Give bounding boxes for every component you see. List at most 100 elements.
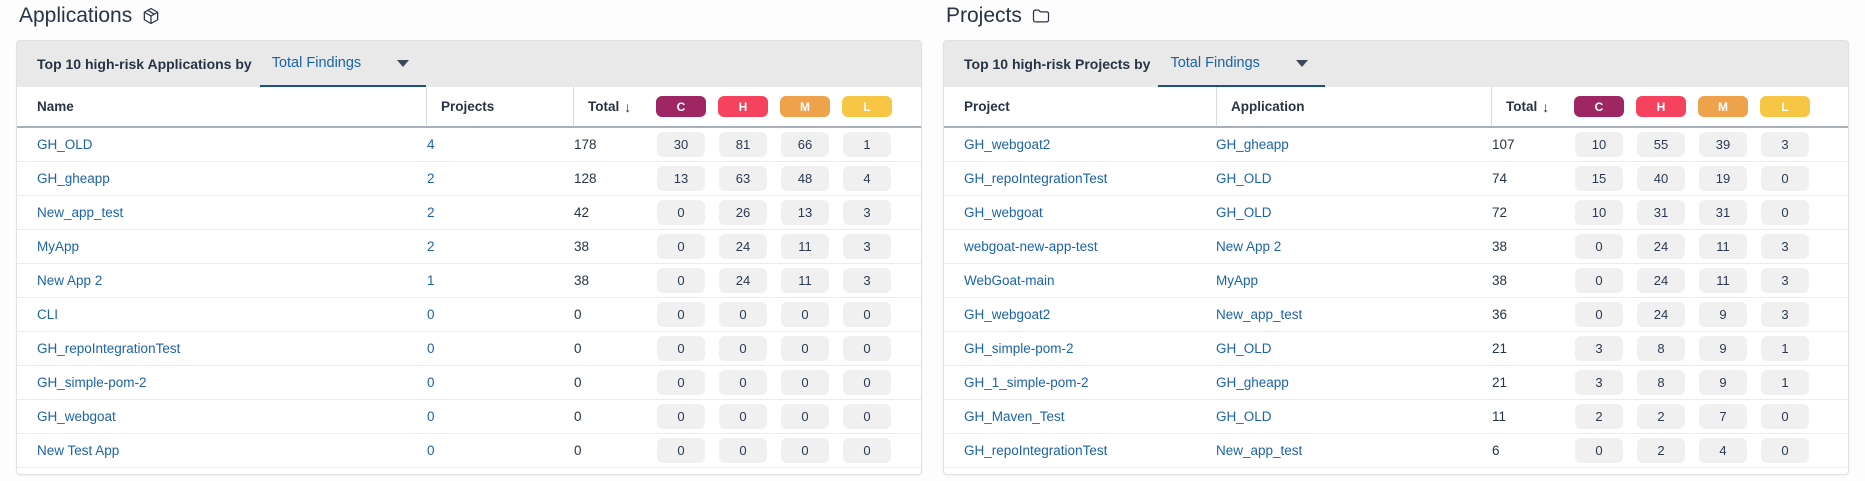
low-count: 3 xyxy=(1761,302,1809,327)
projects-count-link[interactable]: 0 xyxy=(427,307,435,322)
table-row: GH_repoIntegrationTestGH_OLD741540190 xyxy=(944,162,1848,196)
column-header-total[interactable]: Total ↓ xyxy=(1491,87,1568,126)
projects-count-link[interactable]: 0 xyxy=(427,341,435,356)
project-name-link[interactable]: GH_simple-pom-2 xyxy=(964,341,1074,356)
medium-cell: 19 xyxy=(1692,166,1754,191)
application-name-link[interactable]: New Test App xyxy=(37,443,119,458)
application-name-link[interactable]: MyApp xyxy=(37,239,79,254)
total-findings-value: 0 xyxy=(574,307,582,322)
low-cell: 0 xyxy=(836,370,898,395)
high-badge: H xyxy=(1636,96,1686,117)
critical-count: 0 xyxy=(657,302,705,327)
application-name-link[interactable]: New_app_test xyxy=(37,205,123,220)
low-cell: 0 xyxy=(1754,200,1816,225)
application-name-link[interactable]: New App 2 xyxy=(37,273,102,288)
medium-count: 11 xyxy=(1699,268,1747,293)
critical-count: 0 xyxy=(1575,234,1623,259)
medium-count: 0 xyxy=(781,302,829,327)
critical-count: 3 xyxy=(1575,370,1623,395)
medium-cell: 11 xyxy=(774,268,836,293)
low-cell: 1 xyxy=(1754,370,1816,395)
project-name-link[interactable]: GH_webgoat2 xyxy=(964,307,1050,322)
projects-cell: 4 xyxy=(426,137,573,152)
projects-count-link[interactable]: 4 xyxy=(427,137,435,152)
project-name-link[interactable]: GH_Maven_Test xyxy=(964,409,1065,424)
project-name-link[interactable]: GH_repoIntegrationTest xyxy=(964,171,1107,186)
project-name-link[interactable]: GH_1_simple-pom-2 xyxy=(964,375,1089,390)
column-header-total[interactable]: Total ↓ xyxy=(573,87,650,126)
high-count: 8 xyxy=(1637,370,1685,395)
application-name-link[interactable]: MyApp xyxy=(1216,273,1258,288)
projects-sort-dropdown[interactable]: Total Findings xyxy=(1158,41,1324,87)
critical-cell: 0 xyxy=(650,336,712,361)
critical-cell: 0 xyxy=(1568,234,1630,259)
project-name-link[interactable]: GH_repoIntegrationTest xyxy=(964,443,1107,458)
application-name-link[interactable]: GH_repoIntegrationTest xyxy=(37,341,180,356)
projects-count-link[interactable]: 1 xyxy=(427,273,435,288)
application-name-link[interactable]: CLI xyxy=(37,307,58,322)
medium-cell: 0 xyxy=(774,336,836,361)
application-name-link[interactable]: GH_gheapp xyxy=(1216,375,1289,390)
low-cell: 3 xyxy=(836,268,898,293)
high-cell: 24 xyxy=(1630,268,1692,293)
critical-cell: 30 xyxy=(650,132,712,157)
application-cell: GH_OLD xyxy=(1216,341,1491,356)
medium-cell: 48 xyxy=(774,166,836,191)
table-row: GH_1_simple-pom-2GH_gheapp213891 xyxy=(944,366,1848,400)
application-name-link[interactable]: GH_gheapp xyxy=(37,171,110,186)
total-cell: 0 xyxy=(573,375,650,390)
project-name-link[interactable]: webgoat-new-app-test xyxy=(964,239,1098,254)
low-count: 3 xyxy=(1761,234,1809,259)
projects-card-header-label: Top 10 high-risk Projects by xyxy=(964,56,1150,72)
projects-count-link[interactable]: 0 xyxy=(427,409,435,424)
table-row: GH_OLD41783081661 xyxy=(17,128,921,162)
medium-count: 9 xyxy=(1699,336,1747,361)
application-name-link[interactable]: GH_webgoat xyxy=(37,409,116,424)
table-row: MyApp238024113 xyxy=(17,230,921,264)
total-findings-value: 0 xyxy=(574,341,582,356)
application-name-link[interactable]: GH_OLD xyxy=(37,137,93,152)
application-name-link[interactable]: New App 2 xyxy=(1216,239,1281,254)
total-cell: 0 xyxy=(573,341,650,356)
critical-count: 0 xyxy=(657,438,705,463)
projects-title-label: Projects xyxy=(946,2,1022,30)
application-cell: New_app_test xyxy=(1216,307,1491,322)
projects-card: Top 10 high-risk Projects by Total Findi… xyxy=(943,40,1849,475)
critical-cell: 3 xyxy=(1568,336,1630,361)
medium-count: 0 xyxy=(781,370,829,395)
medium-count: 31 xyxy=(1699,200,1747,225)
application-name-link[interactable]: GH_OLD xyxy=(1216,205,1272,220)
projects-count-link[interactable]: 2 xyxy=(427,239,435,254)
high-cell: 40 xyxy=(1630,166,1692,191)
projects-count-link[interactable]: 2 xyxy=(427,171,435,186)
total-findings-value: 6 xyxy=(1492,443,1500,458)
package-cube-icon xyxy=(141,6,161,26)
project-name-link[interactable]: GH_webgoat2 xyxy=(964,137,1050,152)
high-count: 2 xyxy=(1637,438,1685,463)
low-cell: 4 xyxy=(836,166,898,191)
application-name-link[interactable]: New_app_test xyxy=(1216,307,1302,322)
column-header-low: L xyxy=(1754,87,1816,126)
project-name-link[interactable]: WebGoat-main xyxy=(964,273,1055,288)
application-cell: GH_OLD xyxy=(1216,205,1491,220)
folder-icon xyxy=(1031,6,1051,26)
applications-sort-dropdown[interactable]: Total Findings xyxy=(260,41,426,87)
medium-cell: 11 xyxy=(1692,268,1754,293)
column-header-projects: Projects xyxy=(426,87,573,126)
total-cell: 107 xyxy=(1491,137,1568,152)
application-name-link[interactable]: GH_gheapp xyxy=(1216,137,1289,152)
projects-count-link[interactable]: 0 xyxy=(427,443,435,458)
application-name-link[interactable]: GH_simple-pom-2 xyxy=(37,375,147,390)
application-name-link[interactable]: GH_OLD xyxy=(1216,171,1272,186)
projects-count-link[interactable]: 0 xyxy=(427,375,435,390)
project-cell: GH_repoIntegrationTest xyxy=(964,443,1216,458)
medium-cell: 11 xyxy=(774,234,836,259)
application-name-link[interactable]: GH_OLD xyxy=(1216,409,1272,424)
projects-table-header: Project Application Total ↓ C H M xyxy=(944,87,1848,128)
application-name-link[interactable]: GH_OLD xyxy=(1216,341,1272,356)
critical-count: 0 xyxy=(657,370,705,395)
total-cell: 74 xyxy=(1491,171,1568,186)
application-name-link[interactable]: New_app_test xyxy=(1216,443,1302,458)
project-name-link[interactable]: GH_webgoat xyxy=(964,205,1043,220)
projects-count-link[interactable]: 2 xyxy=(427,205,435,220)
